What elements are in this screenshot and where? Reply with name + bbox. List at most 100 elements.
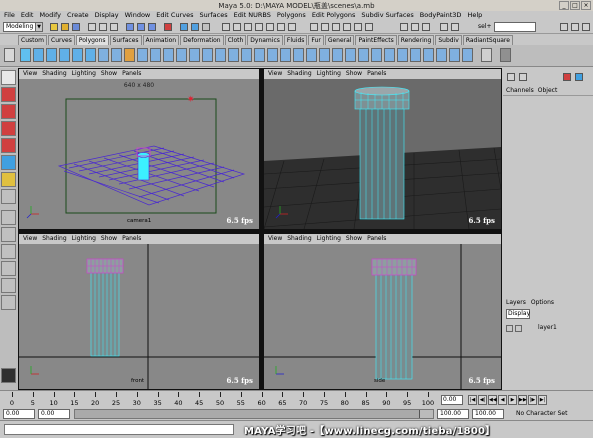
viewport-menu-show[interactable]: Show	[101, 234, 117, 244]
viewport-perspective[interactable]: View Shading Lighting Show Panels 6.5 fp…	[264, 69, 501, 229]
layer-type-dropdown[interactable]: Display	[506, 309, 530, 319]
shelf-tab-radiantsquare[interactable]: RadiantSquare	[462, 35, 513, 45]
shelf-tab-fluids[interactable]: Fluids	[283, 35, 308, 45]
poly-merge-icon[interactable]	[176, 48, 187, 62]
shelf-tab-surfaces[interactable]: Surfaces	[109, 35, 142, 45]
menu-layers[interactable]: Layers	[506, 298, 526, 307]
channel-box-icon[interactable]	[507, 73, 515, 81]
poly-torus-icon[interactable]	[85, 48, 96, 62]
viewport-menu-view[interactable]: View	[23, 69, 37, 79]
character-set-label[interactable]: No Character Set	[516, 410, 567, 417]
ipr-render-icon[interactable]	[191, 23, 199, 31]
viewport-menu-shading[interactable]: Shading	[42, 69, 66, 79]
shelf-tab-curves[interactable]: Curves	[48, 35, 75, 45]
poly-duplicate-icon[interactable]	[254, 48, 265, 62]
manipulator-tool-icon[interactable]	[1, 155, 16, 170]
poly-unfold-icon[interactable]	[462, 48, 473, 62]
viewport-menu-panels[interactable]: Panels	[122, 234, 141, 244]
viewport-menu-view[interactable]: View	[268, 234, 282, 244]
viewport-menu-panels[interactable]: Panels	[367, 69, 386, 79]
layer-visibility-toggle[interactable]	[506, 325, 513, 332]
shelf-tab-dynamics[interactable]: Dynamics	[247, 35, 283, 45]
snap-point-icon[interactable]	[148, 23, 156, 31]
poly-separate-icon[interactable]	[111, 48, 122, 62]
poly-normals-icon[interactable]	[332, 48, 343, 62]
status-icon-h[interactable]	[310, 23, 318, 31]
status-icon-f[interactable]	[277, 23, 285, 31]
viewport-canvas[interactable]: front 6.5 fps	[19, 244, 259, 389]
go-to-start-icon[interactable]: |◀	[468, 395, 477, 405]
playback-start-field[interactable]: 0.00	[38, 409, 70, 419]
menu-bodypaint3d[interactable]: BodyPaint3D	[420, 11, 462, 20]
status-icon-n[interactable]	[400, 23, 408, 31]
poly-tool-icon[interactable]	[500, 48, 511, 62]
viewport-camera[interactable]: View Shading Lighting Show Panels ✷ 640 …	[19, 69, 259, 229]
step-forward-frame-icon[interactable]: ▶▶	[518, 395, 527, 405]
open-scene-icon[interactable]	[61, 23, 69, 31]
viewport-menu-panels[interactable]: Panels	[122, 69, 141, 79]
viewport-menu-panels[interactable]: Panels	[367, 234, 386, 244]
show-channel-box-icon[interactable]	[582, 23, 590, 31]
single-layout-icon[interactable]	[1, 210, 16, 225]
select-component-icon[interactable]	[110, 23, 118, 31]
poly-smooth-icon[interactable]	[150, 48, 161, 62]
poly-soften-icon[interactable]	[345, 48, 356, 62]
poly-extrude-icon[interactable]	[124, 48, 135, 62]
poly-sew-icon[interactable]	[449, 48, 460, 62]
viewport-side[interactable]: View Shading Lighting Show Panels side 6…	[264, 234, 501, 389]
menu-object[interactable]: Object	[538, 86, 558, 95]
status-icon-m[interactable]	[365, 23, 373, 31]
menu-edit[interactable]: Edit	[21, 11, 34, 20]
maximize-button[interactable]: □	[570, 1, 580, 10]
status-icon-k[interactable]	[343, 23, 351, 31]
status-icon-l[interactable]	[354, 23, 362, 31]
layer-display-toggle[interactable]	[515, 325, 522, 332]
menu-surfaces[interactable]: Surfaces	[199, 11, 227, 20]
menu-create[interactable]: Create	[67, 11, 89, 20]
poly-sphere-icon[interactable]	[20, 48, 31, 62]
viewport-menu-shading[interactable]: Shading	[287, 234, 311, 244]
poly-wedge-icon[interactable]	[202, 48, 213, 62]
minimize-button[interactable]: _	[559, 1, 569, 10]
menu-polygons[interactable]: Polygons	[277, 11, 306, 20]
range-bar[interactable]	[74, 409, 434, 419]
shelf-tab-rendering[interactable]: Rendering	[397, 35, 435, 45]
shelf-tab-deformation[interactable]: Deformation	[180, 35, 224, 45]
end-time-field[interactable]: 100.00	[472, 409, 504, 419]
command-input[interactable]	[4, 424, 234, 435]
shelf-tab-polygons[interactable]: Polygons	[75, 35, 109, 45]
snap-curve-icon[interactable]	[137, 23, 145, 31]
status-icon-e[interactable]	[266, 23, 274, 31]
show-attribute-editor-icon[interactable]	[560, 23, 568, 31]
shelf-tab-fur[interactable]: Fur	[308, 35, 324, 45]
shelf-tab-cloth[interactable]: Cloth	[224, 35, 247, 45]
viewport-front[interactable]: View Shading Lighting Show Panels front …	[19, 234, 259, 389]
poly-collapse-icon[interactable]	[228, 48, 239, 62]
poly-uv-icon[interactable]	[371, 48, 382, 62]
step-forward-key-icon[interactable]: |▶	[528, 395, 537, 405]
viewport-menu-show[interactable]: Show	[346, 234, 362, 244]
menu-display[interactable]: Display	[95, 11, 119, 20]
poly-cylindrical-map-icon[interactable]	[397, 48, 408, 62]
soft-mod-tool-icon[interactable]	[1, 172, 16, 187]
status-icon-q[interactable]	[440, 23, 448, 31]
status-icon-b[interactable]	[233, 23, 241, 31]
poly-quadrangulate-icon[interactable]	[306, 48, 317, 62]
poly-spherical-map-icon[interactable]	[410, 48, 421, 62]
shelf-tab-painteffects[interactable]: PaintEffects	[355, 35, 397, 45]
status-icon-j[interactable]	[332, 23, 340, 31]
poly-append-icon[interactable]	[189, 48, 200, 62]
poly-fill-icon[interactable]	[241, 48, 252, 62]
shelf-tab-general[interactable]: General	[324, 35, 355, 45]
status-icon-p[interactable]	[422, 23, 430, 31]
poly-mirror-icon[interactable]	[267, 48, 278, 62]
range-handle[interactable]	[75, 410, 420, 418]
viewport-menu-lighting[interactable]: Lighting	[72, 234, 96, 244]
render-icon[interactable]	[180, 23, 188, 31]
status-icon-d[interactable]	[255, 23, 263, 31]
poly-triangulate-icon[interactable]	[293, 48, 304, 62]
last-tool-icon[interactable]	[1, 189, 16, 204]
new-layer-icon[interactable]	[563, 73, 571, 81]
poly-planar-map-icon[interactable]	[384, 48, 395, 62]
poly-cylinder-icon[interactable]	[46, 48, 57, 62]
